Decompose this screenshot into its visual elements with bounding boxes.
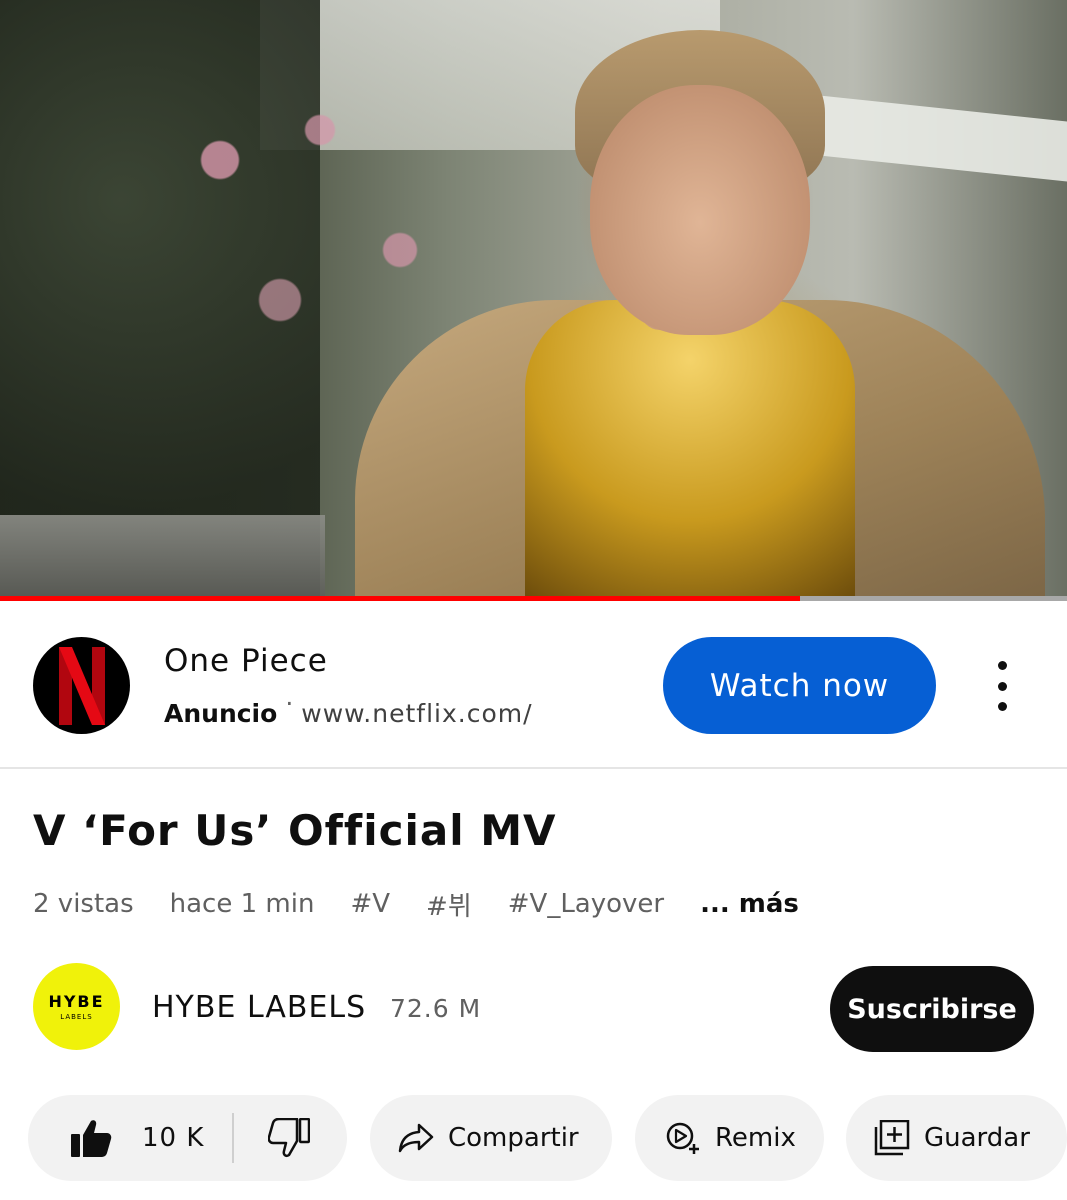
video-subject-face	[590, 85, 810, 335]
view-count: 2 vistas	[33, 889, 134, 919]
share-icon	[398, 1123, 434, 1153]
video-case	[0, 515, 325, 600]
ad-sponsor-label: Anuncio	[164, 699, 278, 728]
channel-avatar-text: HYBE	[48, 992, 105, 1011]
video-subject-top	[525, 300, 855, 600]
add-to-playlist-icon	[874, 1120, 910, 1156]
ad-meta: Anuncio · www.netflix.com/	[164, 689, 533, 728]
kebab-dot	[997, 702, 1007, 711]
video-title[interactable]: V ‘For Us’ Official MV	[33, 806, 557, 855]
ad-banner[interactable]: One Piece Anuncio · www.netflix.com/ Watch…	[0, 601, 1067, 769]
upload-age: hace 1 min	[169, 889, 315, 919]
hashtag[interactable]: #V	[350, 889, 390, 919]
watch-now-button[interactable]: Watch now	[663, 637, 936, 734]
save-label: Guardar	[924, 1123, 1030, 1153]
ad-url[interactable]: www.netflix.com/	[301, 699, 532, 728]
like-count: 10 K	[142, 1123, 205, 1153]
remix-button[interactable]: Remix	[635, 1095, 824, 1181]
thumbs-up-icon	[71, 1120, 112, 1157]
hashtag[interactable]: #뷔	[426, 886, 472, 923]
remix-label: Remix	[715, 1123, 796, 1153]
more-vertical-icon[interactable]	[986, 661, 1018, 711]
video-flowers	[180, 100, 500, 360]
video-meta-row[interactable]: 2 vistas hace 1 min #V #뷔 #V_Layover ...…	[33, 884, 799, 924]
video-tent	[810, 94, 1067, 182]
hashtag[interactable]: #V_Layover	[508, 889, 664, 919]
dislike-button[interactable]	[234, 1095, 311, 1181]
like-dislike-group: 10 K	[28, 1095, 347, 1181]
kebab-dot	[997, 681, 1007, 691]
more-description-link[interactable]: ... más	[700, 889, 799, 919]
subscribe-button[interactable]: Suscribirse	[830, 966, 1034, 1052]
channel-avatar-subtext: LABELS	[60, 1013, 93, 1021]
kebab-dot	[997, 661, 1007, 670]
share-button[interactable]: Compartir	[370, 1095, 612, 1181]
video-player[interactable]	[0, 0, 1067, 600]
ad-separator: ·	[285, 689, 294, 718]
netflix-n-icon	[58, 646, 105, 725]
netflix-logo[interactable]	[33, 637, 130, 734]
like-button[interactable]: 10 K	[28, 1095, 204, 1181]
share-label: Compartir	[448, 1123, 579, 1153]
thumbs-down-icon	[268, 1118, 311, 1158]
remix-icon	[666, 1122, 699, 1154]
channel-avatar[interactable]: HYBE LABELS	[33, 963, 120, 1050]
save-button[interactable]: Guardar	[846, 1095, 1067, 1181]
subscriber-count: 72.6 M	[390, 994, 482, 1023]
channel-name[interactable]: HYBE LABELS	[152, 990, 366, 1025]
ad-title[interactable]: One Piece	[164, 643, 328, 679]
